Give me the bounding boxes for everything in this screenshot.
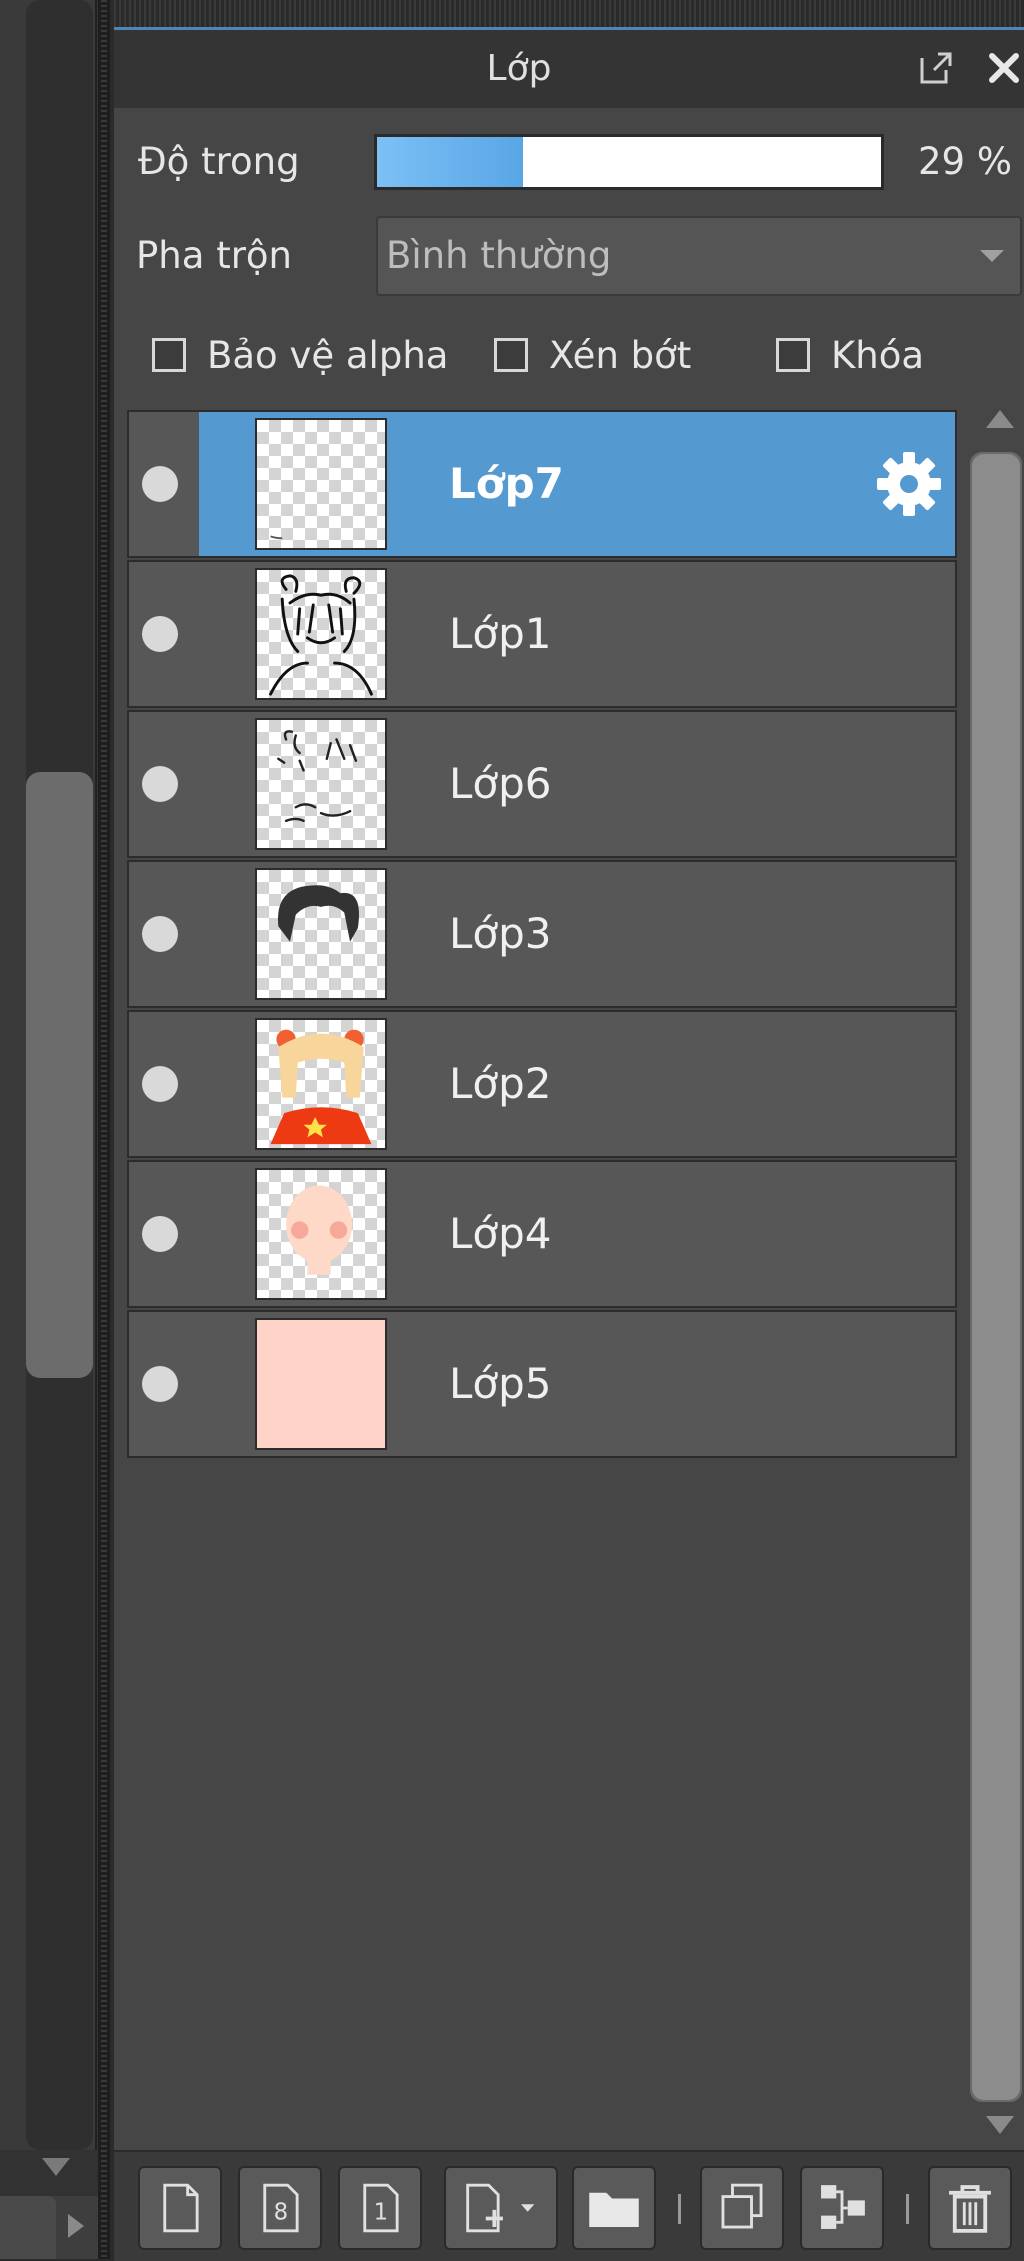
hair-thumbnail [255,868,387,1000]
scroll-up-icon[interactable] [986,410,1014,428]
opacity-slider-fill [377,137,524,187]
alpha-protect-label: Bảo vệ alpha [207,334,449,377]
opacity-label: Độ trong [138,140,300,183]
new-layer-icon [163,2183,199,2233]
skin-thumbnail [255,1168,387,1300]
undock-icon[interactable] [916,48,956,88]
panel-title: Lớp [486,48,552,89]
background-thumbnail [255,1318,387,1450]
expand-right-icon[interactable] [68,2214,84,2238]
delete-layer-button[interactable] [928,2166,1012,2250]
layer-name: Lớp5 [449,1359,552,1408]
layer-row[interactable]: Lớp1 [127,560,957,708]
layer-row[interactable]: Lớp6 [127,710,957,858]
opacity-value: 29 % [918,140,1012,183]
new-1bit-layer-icon: 1 [363,2183,399,2233]
merge-layer-button[interactable] [800,2166,884,2250]
layer-row[interactable]: Lớp4 [127,1160,957,1308]
toolbar-separator [906,2194,909,2224]
new-folder-button[interactable] [572,2166,656,2250]
layer-name: Lớp1 [449,609,552,658]
left-dock [0,0,98,2259]
layer-panel: Lớp Độ trong 29 % Pha trộn Bình thường B… [114,0,1024,2261]
visibility-toggle-icon[interactable] [142,916,178,952]
layer-name: Lớp7 [449,459,564,508]
add-layer-menu-icon [466,2183,535,2233]
scroll-thumb[interactable] [972,454,1020,2100]
layer-row[interactable]: Lớp5 [127,1310,957,1458]
duplicate-layer-icon [721,2183,763,2229]
panel-top-edge [114,0,1024,30]
new-8bit-layer-icon: 8 [263,2183,299,2233]
svg-text:8: 8 [274,2199,289,2225]
left-scroll-down-icon[interactable] [42,2158,70,2176]
layer-name: Lớp6 [449,759,552,808]
lock-label: Khóa [831,334,925,377]
delete-layer-icon [949,2185,991,2233]
new-folder-icon [589,2192,639,2228]
visibility-toggle-icon[interactable] [142,466,178,502]
visibility-toggle-icon[interactable] [142,766,178,802]
toolbar-separator [678,2194,681,2224]
layer-name: Lớp2 [449,1059,552,1108]
layer-name: Lớp4 [449,1209,552,1258]
visibility-toggle-icon[interactable] [142,1366,178,1402]
left-bottom-button[interactable] [0,2196,56,2259]
dock-splitter[interactable] [98,0,110,2259]
checkbox-box[interactable] [494,338,528,372]
chevron-down-icon [980,250,1004,262]
checkbox-box[interactable] [152,338,186,372]
panel-title-bar[interactable]: Lớp [114,30,1024,108]
blank-thumbnail [255,418,387,550]
layer-row[interactable]: Lớp7 [127,410,957,558]
blend-mode-label: Pha trộn [136,234,293,277]
new-8bit-layer-button[interactable]: 8 [238,2166,322,2250]
merge-layer-icon [821,2185,865,2229]
svg-text:1: 1 [374,2199,389,2225]
visibility-toggle-icon[interactable] [142,616,178,652]
checkbox-box[interactable] [776,338,810,372]
layer-toolbar: 8 1 [114,2150,1024,2261]
line-art-thumbnail [255,568,387,700]
layer-row[interactable]: Lớp2 [127,1010,957,1158]
close-icon[interactable] [984,48,1024,88]
layer-name: Lớp3 [449,909,552,958]
new-layer-button[interactable] [138,2166,222,2250]
add-layer-menu-button[interactable] [444,2166,558,2250]
left-scroll-thumb[interactable] [26,772,93,1378]
layer-row[interactable]: Lớp3 [127,860,957,1008]
visibility-toggle-icon[interactable] [142,1216,178,1252]
left-dock-panel [0,0,97,2150]
blend-mode-value: Bình thường [386,234,612,277]
sketch-thumbnail [255,718,387,850]
blend-mode-select[interactable]: Bình thường [376,216,1022,296]
opacity-slider[interactable] [374,134,884,190]
clipping-label: Xén bớt [549,334,692,377]
visibility-toggle-icon[interactable] [142,1066,178,1102]
scroll-down-icon[interactable] [986,2116,1014,2134]
new-1bit-layer-button[interactable]: 1 [338,2166,422,2250]
color-thumbnail [255,1018,387,1150]
duplicate-layer-button[interactable] [700,2166,784,2250]
gear-icon[interactable] [873,448,945,520]
